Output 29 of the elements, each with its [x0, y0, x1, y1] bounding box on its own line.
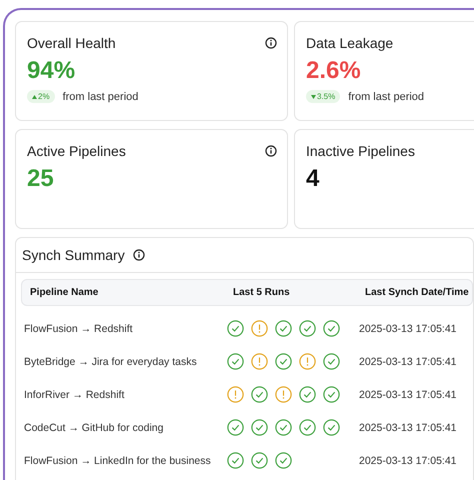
- synch-time: 2025-03-13 17:05:41: [359, 322, 458, 334]
- synch-time: 2025-03-13 17:05:41: [359, 388, 458, 400]
- pipeline-name: CodeCut → GitHub for coding: [24, 422, 164, 434]
- metric-value: 2.6%: [306, 57, 362, 85]
- change-note: from last period: [348, 90, 424, 102]
- panel-title: Synch Summary: [22, 247, 125, 263]
- column-header: Last 5 Runs: [233, 287, 291, 298]
- card-title: Inactive Pipelines: [306, 143, 415, 159]
- pipeline-name: ByteBridge → Jira for everyday tasks: [24, 356, 198, 368]
- synch-time: 2025-03-13 17:05:41: [359, 356, 458, 368]
- pipeline-name: FlowFusion → LinkedIn for the business: [24, 454, 212, 466]
- card-title: Active Pipelines: [27, 143, 126, 159]
- pipeline-name: FlowFusion → Redshift: [24, 322, 134, 334]
- metric-value: 4: [306, 165, 320, 193]
- info-icon[interactable]: [132, 249, 145, 261]
- change-badge: 2%: [27, 90, 55, 103]
- info-icon[interactable]: [265, 145, 277, 157]
- card-title: Data Leakage: [306, 35, 394, 51]
- synch-time: 2025-03-13 17:05:41: [359, 422, 458, 434]
- change-note: from last period: [62, 90, 138, 102]
- synch-time: 2025-03-13 17:05:41: [359, 454, 458, 466]
- metric-value: 25: [27, 165, 55, 193]
- column-header: Pipeline Name: [30, 287, 100, 298]
- column-header: Last Synch Date/Time: [365, 287, 470, 298]
- pipeline-name: InforRiver → Redshift: [24, 388, 126, 400]
- metric-value: 94%: [27, 57, 76, 85]
- card-title: Overall Health: [27, 35, 116, 51]
- change-badge: 3.5%: [306, 90, 340, 103]
- info-icon[interactable]: [265, 37, 277, 49]
